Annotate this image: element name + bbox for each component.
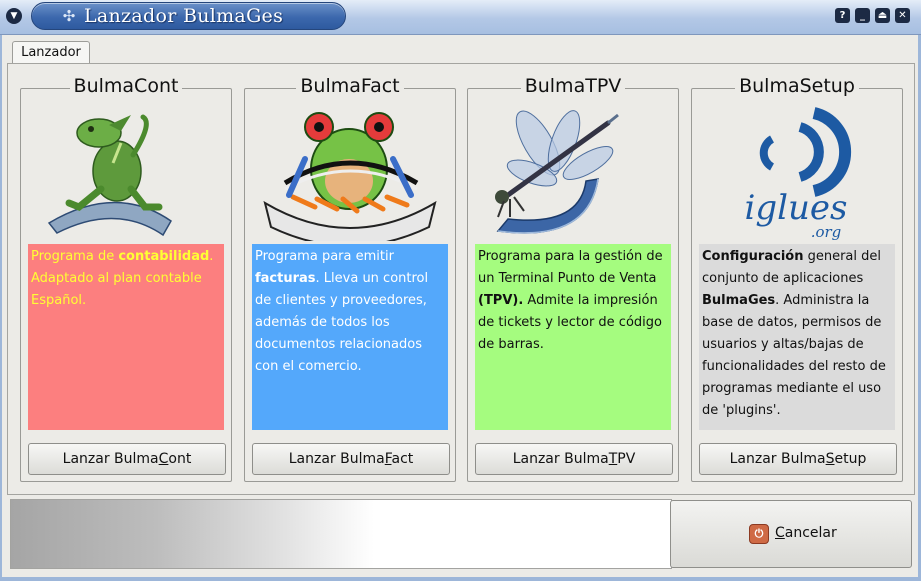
desc-keyword: facturas — [255, 271, 316, 286]
iglues-logo: iglues .org — [745, 107, 852, 241]
group-title: BulmaCont — [69, 75, 183, 97]
desc-keyword: BulmaGes — [702, 293, 776, 308]
button-label: PV — [617, 451, 636, 467]
group-bulmasetup: BulmaSetup iglues .org Configuración gen… — [691, 75, 903, 482]
frog-logo — [263, 112, 437, 241]
tab-panel: BulmaCont Programa de contabilidad. Adap… — [7, 63, 915, 495]
cancel-button[interactable]: ⏻ Cancelar — [670, 500, 912, 568]
maximize-icon[interactable]: ⏏ — [875, 8, 890, 23]
iguana-logo — [47, 114, 172, 237]
description-box: Programa para emitir facturas. Lleva un … — [252, 244, 448, 430]
button-mnemonic: T — [608, 451, 618, 467]
button-label: etup — [834, 451, 867, 467]
group-title: BulmaSetup — [735, 75, 859, 97]
bulmages-icon: ✣ — [62, 7, 76, 25]
button-label: Lanzar Bulma — [512, 451, 609, 467]
group-bulmacont: BulmaCont Programa de contabilidad. Adap… — [20, 75, 232, 482]
button-mnemonic: F — [384, 451, 392, 467]
cancel-label: Cancelar — [775, 525, 837, 541]
window-title-tab: ✣ Lanzador BulmaGes — [31, 2, 346, 30]
desc-text: Programa para la gestión de un Terminal … — [478, 249, 663, 286]
desc-text: Programa para emitir — [255, 249, 394, 264]
button-label: act — [391, 451, 414, 467]
launch-bulmacont-button[interactable]: Lanzar BulmaCont — [28, 443, 226, 475]
desc-text: . Administra la base de datos, permisos … — [702, 293, 886, 418]
chevron-down-icon[interactable]: ▼ — [6, 8, 22, 24]
progress-bar — [10, 499, 672, 569]
description-box: Programa para la gestión de un Terminal … — [475, 244, 671, 430]
power-icon: ⏻ — [749, 524, 769, 544]
button-mnemonic: S — [825, 451, 835, 467]
button-mnemonic: C — [158, 451, 169, 467]
button-label: Lanzar Bulma — [288, 451, 385, 467]
button-label: Lanzar Bulma — [62, 451, 159, 467]
launch-bulmatpv-button[interactable]: Lanzar BulmaTPV — [475, 443, 673, 475]
desc-keyword: Configuración — [702, 249, 804, 264]
minimize-icon[interactable]: _ — [855, 8, 870, 23]
close-icon[interactable]: ✕ — [895, 8, 910, 23]
title-bar[interactable]: ▼ ✣ Lanzador BulmaGes ? _ ⏏ ✕ — [0, 0, 921, 35]
desc-text: . Lleva un control de clientes y proveed… — [255, 271, 429, 374]
group-title: BulmaTPV — [520, 75, 626, 97]
logo-text: iglues — [745, 188, 848, 228]
launch-bulmasetup-button[interactable]: Lanzar BulmaSetup — [699, 443, 897, 475]
help-icon[interactable]: ? — [835, 8, 850, 23]
desc-keyword: contabilidad — [118, 249, 210, 264]
tab-lanzador[interactable]: Lanzador — [12, 41, 90, 64]
group-title: BulmaFact — [296, 75, 404, 97]
launch-bulmafact-button[interactable]: Lanzar BulmaFact — [252, 443, 450, 475]
desc-keyword: (TPV). — [478, 293, 524, 308]
description-box: Configuración general del conjunto de ap… — [699, 244, 895, 430]
description-box: Programa de contabilidad. Adaptado al pl… — [28, 244, 224, 430]
logo-subtext: .org — [811, 223, 842, 241]
dragonfly-logo — [495, 110, 619, 234]
group-bulmafact: BulmaFact Programa para emitir facturas.… — [244, 75, 456, 482]
button-label: Lanzar Bulma — [729, 451, 826, 467]
window-title: Lanzador BulmaGes — [84, 5, 284, 27]
desc-text: Programa de — [31, 249, 119, 264]
group-bulmatpv: BulmaTPV Programa para la gestión de un … — [467, 75, 679, 482]
window-body: Lanzador BulmaCont Programa de contabili… — [2, 35, 918, 577]
button-label: ont — [168, 451, 192, 467]
